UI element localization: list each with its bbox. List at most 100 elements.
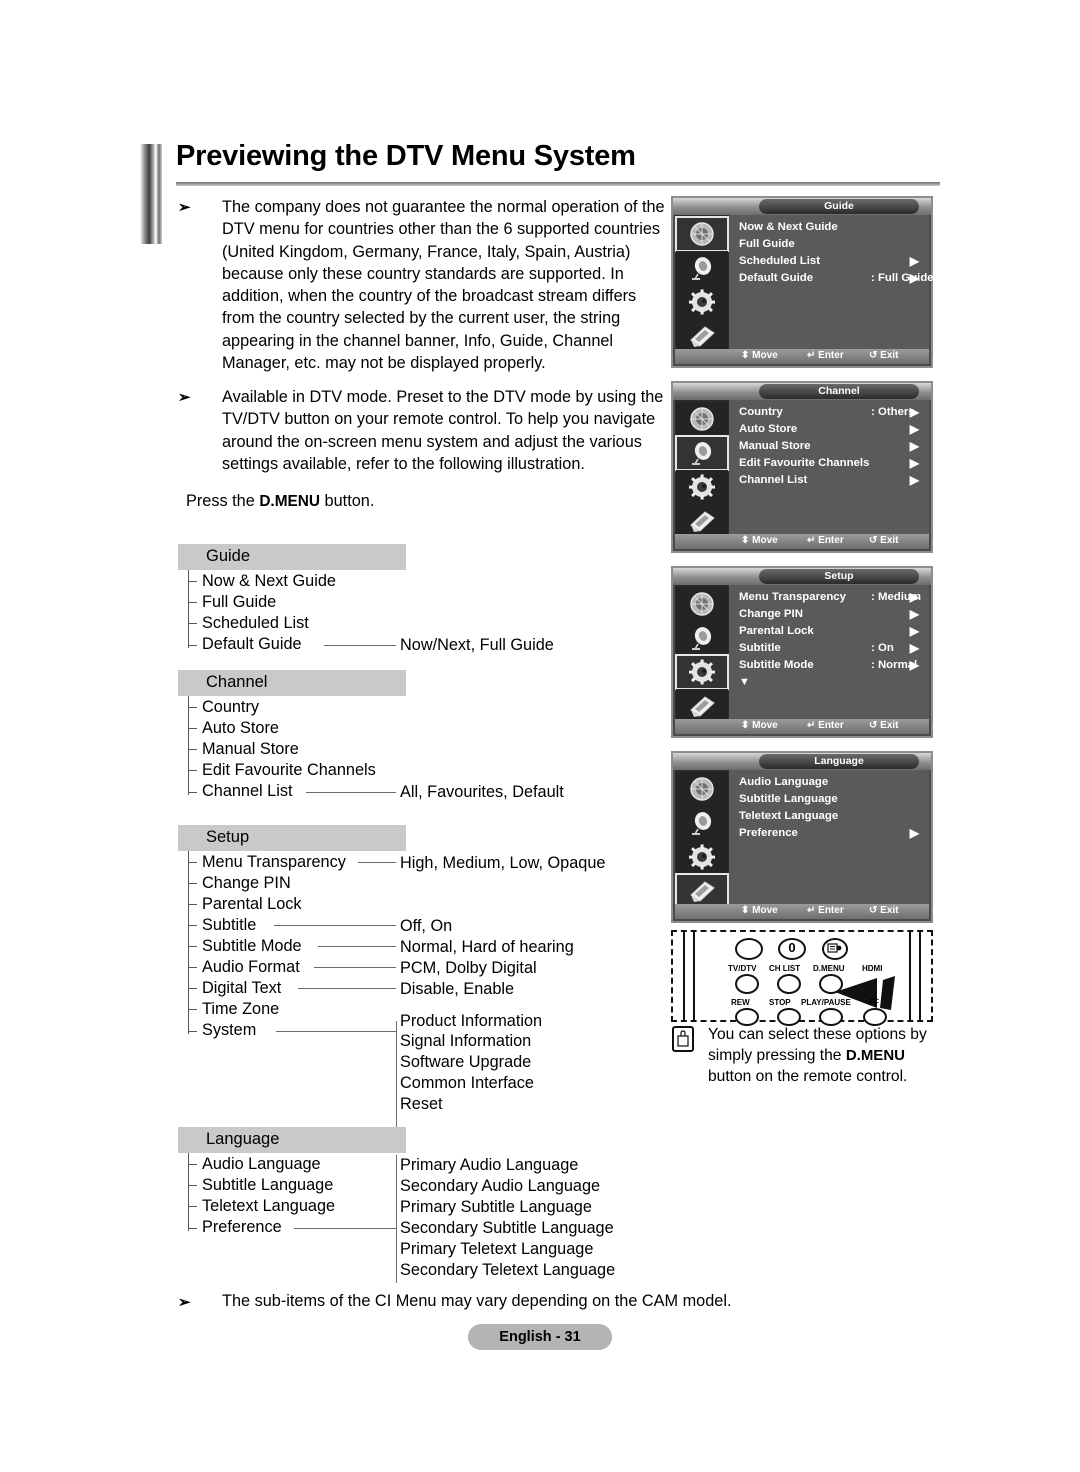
osd-menu-item[interactable]: Parental Lock ▶ bbox=[739, 624, 923, 641]
chevron-right-icon: ▶ bbox=[909, 473, 919, 487]
tree-leader-line bbox=[294, 1228, 396, 1229]
tree-leader-line bbox=[318, 946, 396, 947]
intro-bullet-1: ➢ The company does not guarantee the nor… bbox=[178, 196, 670, 374]
osd-icon-sidebar bbox=[675, 215, 729, 353]
tree-item: Audio Language bbox=[202, 1155, 321, 1173]
osd-sidebar-satellite-dish-icon[interactable] bbox=[675, 435, 729, 471]
scroll-down-icon: ▼ bbox=[739, 676, 750, 688]
tree-item: Country bbox=[202, 698, 260, 716]
osd-sidebar-guide-icon[interactable] bbox=[676, 587, 728, 621]
hdmi-icon bbox=[827, 943, 842, 953]
osd-menu-item[interactable]: Subtitle Language bbox=[739, 793, 923, 809]
osd-title-setup: Setup bbox=[759, 569, 919, 584]
tree-leader-line bbox=[306, 792, 396, 793]
tree-tick bbox=[188, 1228, 197, 1229]
osd-menu-list: Audio Language Subtitle Language Teletext … bbox=[729, 770, 929, 904]
osd-menu-item[interactable]: Subtitle Mode: Normal ▶ bbox=[739, 658, 923, 675]
tree-subitem: Secondary Subtitle Language bbox=[400, 1219, 614, 1237]
osd-sidebar-satellite-dish-icon[interactable] bbox=[676, 251, 728, 285]
tree-item: Time Zone bbox=[202, 1000, 280, 1018]
osd-sidebar-gear-icon[interactable] bbox=[675, 654, 729, 690]
osd-menu-item-label: Change PIN bbox=[739, 608, 803, 620]
tree-subitem: Signal Information bbox=[400, 1032, 532, 1050]
remote-button-rew[interactable] bbox=[735, 974, 759, 994]
osd-sidebar-language-icon[interactable] bbox=[676, 319, 728, 353]
osd-menu-item[interactable]: Edit Favourite Channels ▶ bbox=[739, 456, 923, 473]
osd-sidebar-gear-icon[interactable] bbox=[676, 470, 728, 504]
dmenu-note: You can select these options by simply p… bbox=[672, 1024, 942, 1087]
osd-footer-hints: ⬍ Move ↵ Enter ↺ Exit bbox=[675, 904, 929, 919]
tree-leader-line bbox=[274, 925, 396, 926]
osd-sidebar-language-icon[interactable] bbox=[675, 873, 729, 909]
tree-value: Disable, Enable bbox=[400, 980, 515, 998]
press-dmenu-line: Press the D.MENU button. bbox=[186, 492, 374, 511]
title-rule bbox=[176, 182, 940, 186]
tree-tick bbox=[188, 602, 197, 603]
osd-menu-item[interactable]: Preference ▶ bbox=[739, 826, 923, 843]
osd-menu-item[interactable]: Scheduled List ▶ bbox=[739, 254, 923, 271]
hint-move: ⬍ Move bbox=[741, 535, 778, 546]
osd-menu-item[interactable]: Channel List ▶ bbox=[739, 473, 923, 490]
hint-exit: ↺ Exit bbox=[869, 720, 899, 731]
osd-sidebar-guide-icon[interactable] bbox=[676, 772, 728, 806]
chevron-right-icon: ▶ bbox=[909, 607, 919, 621]
osd-menu-item[interactable]: Teletext Language bbox=[739, 810, 923, 826]
tree-header-setup-label: Setup bbox=[206, 828, 250, 846]
hint-exit: ↺ Exit bbox=[869, 535, 899, 546]
osd-sidebar-language-icon[interactable] bbox=[676, 504, 728, 538]
osd-menu-item[interactable]: Audio Language bbox=[739, 776, 923, 792]
tree-tick bbox=[188, 770, 197, 771]
note-line-4: remote control. bbox=[803, 1068, 908, 1085]
tree-tick bbox=[188, 707, 197, 708]
tree-leader-line bbox=[314, 967, 396, 968]
title-decoration-bar bbox=[140, 144, 162, 244]
osd-menu-item[interactable]: Now & Next Guide bbox=[739, 221, 923, 237]
tree-item: Full Guide bbox=[202, 593, 277, 611]
page-title: Previewing the DTV Menu System bbox=[176, 140, 636, 172]
osd-sidebar-gear-icon[interactable] bbox=[676, 840, 728, 874]
bullet-arrow-icon: ➢ bbox=[178, 199, 191, 216]
osd-sidebar-satellite-dish-icon[interactable] bbox=[676, 621, 728, 655]
dmenu-note-text: You can select these options by simply p… bbox=[708, 1024, 942, 1087]
remote-label-dmenu: D.MENU bbox=[813, 964, 845, 973]
note-key: D.MENU bbox=[845, 1047, 905, 1064]
osd-sidebar-satellite-dish-icon[interactable] bbox=[676, 806, 728, 840]
chevron-right-icon: ▶ bbox=[909, 658, 919, 672]
tree-item: Subtitle Mode bbox=[202, 937, 302, 955]
osd-menu-item-label: Default Guide bbox=[739, 272, 814, 284]
osd-menu-item[interactable]: Country: Others ▶ bbox=[739, 405, 923, 422]
osd-title-language: Language bbox=[759, 754, 919, 769]
tree-subitem: Software Upgrade bbox=[400, 1053, 532, 1071]
tree-value: Now/Next, Full Guide bbox=[400, 636, 554, 654]
osd-sidebar-guide-icon[interactable] bbox=[675, 216, 729, 252]
osd-menu-item[interactable]: Default Guide: Full Guide ▶ bbox=[739, 271, 934, 288]
remote-label-rew: REW bbox=[731, 998, 750, 1007]
tree-tick bbox=[188, 1164, 197, 1165]
osd-menu-item[interactable]: Full Guide bbox=[739, 238, 923, 254]
osd-sidebar-language-icon[interactable] bbox=[676, 689, 728, 723]
osd-menu-item-label: Country bbox=[739, 406, 783, 418]
osd-menu-list: Country: Others ▶ Auto Store ▶ Manual Store ▶… bbox=[729, 400, 929, 534]
osd-menu-item[interactable]: Change PIN ▶ bbox=[739, 607, 923, 624]
osd-menu-item-label: Subtitle bbox=[739, 642, 781, 654]
remote-button-stop[interactable] bbox=[777, 974, 801, 994]
osd-menu-item-label: Full Guide bbox=[739, 238, 795, 250]
tree-value: Off, On bbox=[400, 917, 453, 935]
osd-menu-item[interactable]: Auto Store ▶ bbox=[739, 422, 923, 439]
tree-header-language: Language bbox=[178, 1127, 406, 1153]
remote-button-tvdtv[interactable] bbox=[735, 938, 763, 960]
osd-menu-list: Menu Transparency: Medium ▶ Change PIN ▶ Par… bbox=[729, 585, 929, 719]
hint-enter: ↵ Enter bbox=[807, 720, 844, 731]
osd-menu-item-value: : On bbox=[871, 642, 894, 654]
osd-menu-item-label: Preference bbox=[739, 827, 798, 839]
osd-sidebar-gear-icon[interactable] bbox=[676, 285, 728, 319]
osd-sidebar-guide-icon[interactable] bbox=[676, 402, 728, 436]
tree-tick bbox=[188, 645, 197, 646]
osd-menu-item[interactable]: Subtitle: On ▶ bbox=[739, 641, 923, 658]
osd-menu-item[interactable]: Menu Transparency: Medium ▶ bbox=[739, 590, 923, 607]
osd-menu-item[interactable]: Manual Store ▶ bbox=[739, 439, 923, 456]
manual-page: Previewing the DTV Menu System ➢ The com… bbox=[0, 0, 1080, 1472]
chevron-right-icon: ▶ bbox=[909, 826, 919, 840]
bullet-arrow-icon: ➢ bbox=[178, 389, 191, 406]
osd-panel-channel: Channel Country: Others ▶ Auto Store ▶ Manual… bbox=[671, 381, 933, 553]
